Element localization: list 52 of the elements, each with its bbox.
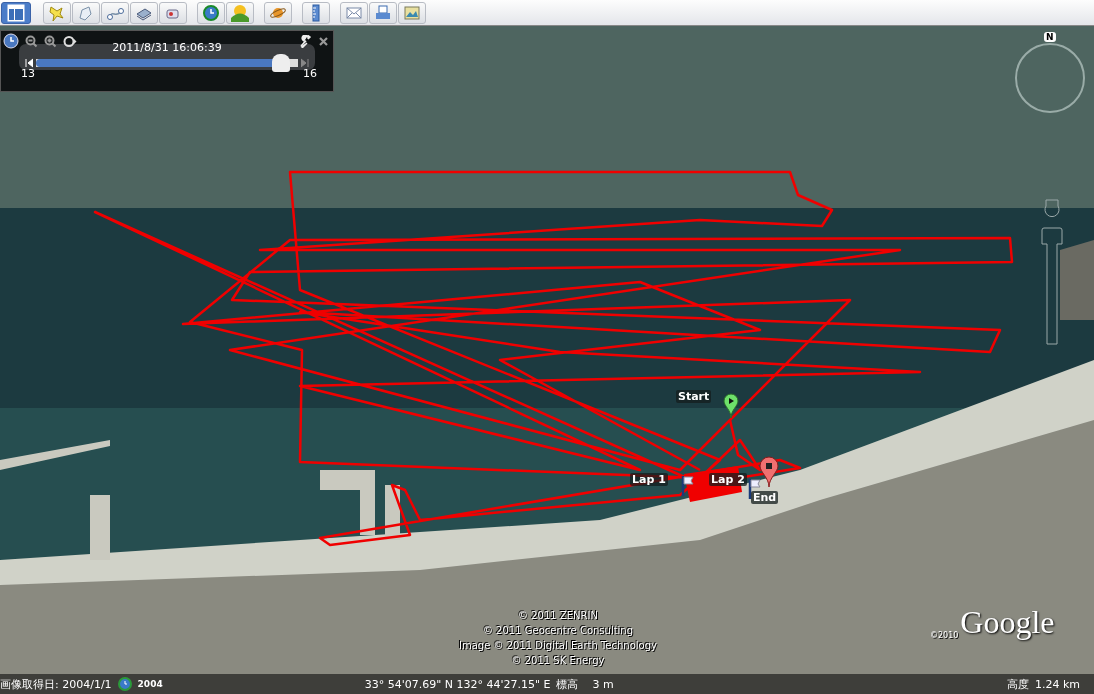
add-path-button[interactable] <box>101 1 129 24</box>
compass-ring[interactable] <box>1015 43 1085 113</box>
north-label: N <box>1044 32 1056 42</box>
copyright-year: ©2010 <box>930 631 959 640</box>
path-plus-icon <box>106 5 124 20</box>
copyright-text: © 2011 SK Energy <box>511 654 605 668</box>
sunlight-button[interactable] <box>226 1 254 24</box>
ruler-button[interactable] <box>302 1 330 24</box>
zoom-out-icon <box>25 34 38 48</box>
placemark-label: Lap 2 <box>709 473 747 486</box>
flag-icon <box>680 475 694 497</box>
imagery-date: 画像取得日: 2004/1/1 <box>0 676 112 692</box>
history-year: 2004 <box>137 679 163 689</box>
google-logo: Google <box>960 604 1055 640</box>
add-placemark-button[interactable] <box>43 1 71 24</box>
end-pin-icon <box>759 456 779 488</box>
placemark-label: Lap 1 <box>630 473 668 486</box>
copyright-text: © 2011 ZENRIN <box>518 609 598 623</box>
skip-end-icon <box>301 58 309 68</box>
copyright-text: Image © 2011 Digital Earth Technology <box>459 639 657 653</box>
clock-icon <box>202 3 220 22</box>
close-icon <box>318 35 329 47</box>
range-start-label: 13 <box>21 68 35 80</box>
sidebar-icon <box>7 3 25 22</box>
elevation-label: 標高 <box>556 676 579 692</box>
altitude-label: 高度 <box>1006 676 1029 692</box>
email-button[interactable] <box>340 1 368 24</box>
printer-icon <box>374 3 392 22</box>
clock-icon <box>3 33 19 49</box>
save-image-button[interactable] <box>398 1 426 24</box>
print-button[interactable] <box>369 1 397 24</box>
skip-start-icon <box>25 58 33 68</box>
placemark-label: End <box>751 491 779 504</box>
copyright-text: © 2011 Geocentre Consulting <box>482 624 634 638</box>
planet-button[interactable] <box>264 1 292 24</box>
slider-track[interactable] <box>36 54 298 72</box>
historical-imagery-button[interactable] <box>197 1 225 24</box>
add-polygon-button[interactable] <box>72 1 100 24</box>
picture-icon <box>403 3 421 22</box>
record-tour-button[interactable] <box>159 1 187 24</box>
slider-thumb[interactable] <box>271 54 290 72</box>
sidebar-button[interactable] <box>1 1 31 24</box>
coordinates: 33° 54'07.69" N 132° 44'27.15" E <box>364 677 551 691</box>
add-overlay-button[interactable] <box>130 1 158 24</box>
date-time-label: 2011/8/31 16:06:39 <box>112 42 222 54</box>
range-end-label: 16 <box>303 68 317 80</box>
altitude-value: 1.24 km <box>1034 677 1080 691</box>
zoom-in-icon <box>44 34 57 48</box>
start-pin-icon <box>723 393 739 419</box>
elevation-value: 3 m <box>592 677 614 691</box>
placemark-label: Start <box>676 390 712 403</box>
polygon-plus-icon <box>77 3 95 22</box>
